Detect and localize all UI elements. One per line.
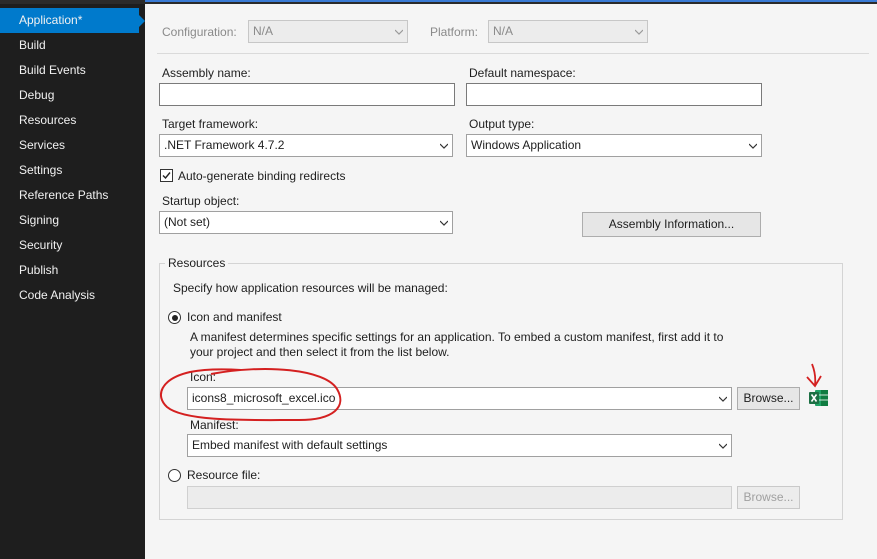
properties-sidebar: Application* Build Build Events Debug Re… [0,4,145,559]
sidebar-item-security[interactable]: Security [0,233,145,258]
sidebar-item-application[interactable]: Application* [0,8,145,33]
sidebar-item-services[interactable]: Services [0,133,145,158]
sidebar-item-build-events[interactable]: Build Events [0,58,145,83]
top-accent-line [145,0,877,2]
application-properties-page: Configuration: N/A Platform: N/A Assembl… [145,4,877,559]
red-annotation-overlay [159,363,822,422]
sidebar-item-build[interactable]: Build [0,33,145,58]
sidebar-item-publish[interactable]: Publish [0,258,145,283]
excel-icon [809,390,828,406]
annotation-ellipse [159,368,342,422]
sidebar-item-code-analysis[interactable]: Code Analysis [0,283,145,308]
sidebar-item-settings[interactable]: Settings [0,158,145,183]
sidebar-item-signing[interactable]: Signing [0,208,145,233]
sidebar-item-debug[interactable]: Debug [0,83,145,108]
sidebar-item-reference-paths[interactable]: Reference Paths [0,183,145,208]
sidebar-item-resources[interactable]: Resources [0,108,145,133]
annotation-arrow [806,363,822,388]
